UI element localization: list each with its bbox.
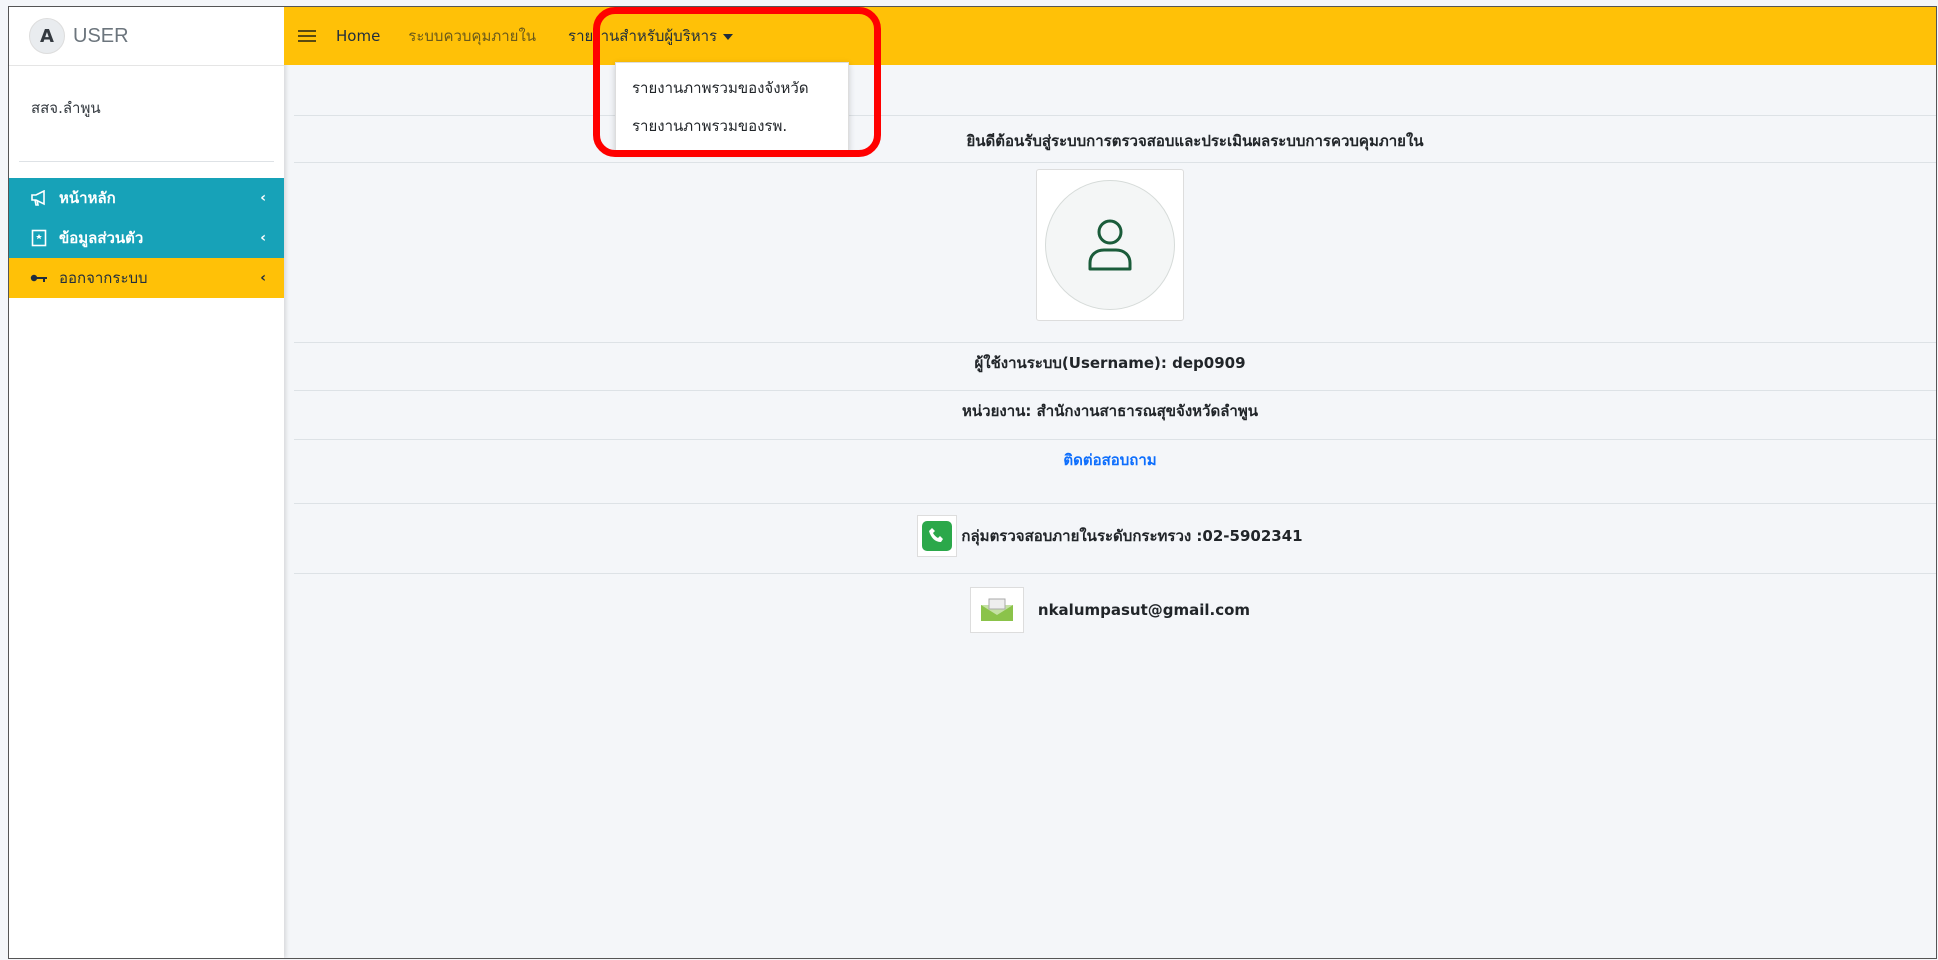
phone-row: กลุ่มตรวจสอบภายในระดับกระทรวง :02-590234… xyxy=(284,515,1936,557)
sidebar-item-logout[interactable]: ออกจากระบบ ‹ xyxy=(9,258,284,298)
sidebar: A USER สสจ.ลำพูน หน้าหลัก ‹ ข้อมูลส่วนตั… xyxy=(9,7,284,958)
email-icon xyxy=(969,587,1024,633)
brand-title: USER xyxy=(73,24,129,47)
caret-down-icon xyxy=(723,33,734,40)
avatar xyxy=(1045,180,1175,310)
sidebar-item-label: ออกจากระบบ xyxy=(59,269,148,287)
brand-logo: A xyxy=(29,18,65,54)
brand-link[interactable]: A USER xyxy=(9,7,284,66)
dropdown-item-province-report[interactable]: รายงานภาพรวมของจังหวัด xyxy=(616,69,848,107)
phone-text: กลุ่มตรวจสอบภายในระดับกระทรวง :02-590234… xyxy=(961,527,1303,545)
welcome-heading: ยินดีต้อนรับสู่ระบบการตรวจสอบและประเมินผ… xyxy=(284,129,1936,153)
chevron-left-icon: ‹ xyxy=(260,270,266,286)
user-name[interactable]: สสจ.ลำพูน xyxy=(31,96,101,120)
megaphone-icon xyxy=(29,190,49,206)
unit-line: หน่วยงาน: สำนักงานสาธารณสุขจังหวัดลำพูน xyxy=(962,402,1258,420)
sidebar-item-profile[interactable]: ข้อมูลส่วนตัว ‹ xyxy=(9,218,284,258)
divider xyxy=(294,503,1936,504)
chevron-left-icon: ‹ xyxy=(260,190,266,206)
contact-heading: ติดต่อสอบถาม xyxy=(284,448,1936,472)
chevron-left-icon: ‹ xyxy=(260,230,266,246)
nav-executive-report-label: รายงานสำหรับผู้บริหาร xyxy=(568,27,718,45)
divider xyxy=(294,342,1936,343)
sidebar-nav: หน้าหลัก ‹ ข้อมูลส่วนตัว ‹ ออกจากระบบ ‹ xyxy=(9,178,284,298)
divider xyxy=(294,162,1936,163)
main-content: ยินดีต้อนรับสู่ระบบการตรวจสอบและประเมินผ… xyxy=(284,65,1936,958)
sidebar-item-label: หน้าหลัก xyxy=(59,189,116,207)
app-window: A USER สสจ.ลำพูน หน้าหลัก ‹ ข้อมูลส่วนตั… xyxy=(8,6,1937,959)
nav-executive-report-dropdown[interactable]: รายงานสำหรับผู้บริหาร xyxy=(568,24,734,48)
user-panel: สสจ.ลำพูน xyxy=(19,66,274,162)
executive-report-dropdown-menu: รายงานภาพรวมของจังหวัด รายงานภาพรวมของรพ… xyxy=(615,62,849,152)
sidebar-item-home[interactable]: หน้าหลัก ‹ xyxy=(9,178,284,218)
top-nav-links: Home ระบบควบคุมภายใน รายงานสำหรับผู้บริห… xyxy=(336,24,761,48)
hamburger-menu-icon[interactable] xyxy=(298,27,316,45)
sidebar-item-label: ข้อมูลส่วนตัว xyxy=(59,229,144,247)
avatar-card xyxy=(1036,169,1184,321)
user-icon xyxy=(1088,219,1132,271)
welcome-text: ยินดีต้อนรับสู่ระบบการตรวจสอบและประเมินผ… xyxy=(966,132,1424,150)
nav-internal-control-link[interactable]: ระบบควบคุมภายใน xyxy=(408,24,536,48)
divider xyxy=(294,390,1936,391)
nav-home-link[interactable]: Home xyxy=(336,27,380,45)
contact-link[interactable]: ติดต่อสอบถาม xyxy=(1063,451,1156,469)
email-text[interactable]: nkalumpasut@gmail.com xyxy=(1038,601,1250,619)
phone-icon xyxy=(917,515,958,557)
key-icon xyxy=(29,273,49,283)
id-card-icon xyxy=(29,229,49,247)
divider xyxy=(294,115,1936,116)
top-navbar: Home ระบบควบคุมภายใน รายงานสำหรับผู้บริห… xyxy=(284,7,1936,65)
divider xyxy=(294,439,1936,440)
email-row: nkalumpasut@gmail.com xyxy=(284,587,1936,633)
dropdown-item-hospital-report[interactable]: รายงานภาพรวมของรพ. xyxy=(616,107,848,145)
divider xyxy=(294,573,1936,574)
username-line: ผู้ใช้งานระบบ(Username): dep0909 xyxy=(974,354,1246,372)
